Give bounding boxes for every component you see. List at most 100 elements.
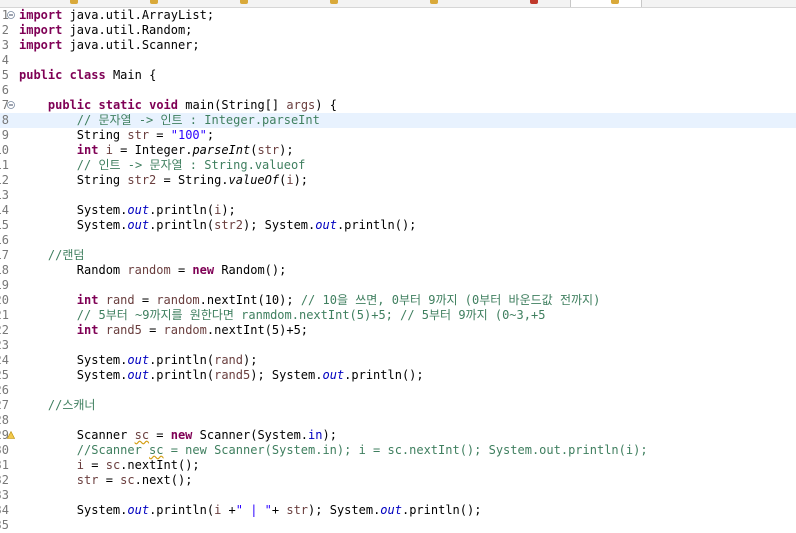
line-number: 10 <box>0 143 9 157</box>
code-text: import java.util.Scanner; <box>19 38 200 52</box>
line-number: 23 <box>0 338 9 352</box>
code-line[interactable]: 29 Scanner sc = new Scanner(System.in); <box>0 428 796 443</box>
line-number: 12 <box>0 173 9 187</box>
editor-tab-5[interactable] <box>380 0 460 7</box>
code-line[interactable]: 1 import java.util.ArrayList; <box>0 8 796 23</box>
code-text: System.out.println(rand); <box>19 353 258 367</box>
code-line[interactable]: 30 //Scanner sc = new Scanner(System.in)… <box>0 443 796 458</box>
code-text: System.out.println(i +" | "+ str); Syste… <box>19 503 482 517</box>
java-file-icon <box>330 0 338 4</box>
code-line[interactable]: 7 public static void main(String[] args)… <box>0 98 796 113</box>
line-number: 20 <box>0 293 9 307</box>
code-text: public class Main { <box>19 68 157 82</box>
code-line[interactable]: 34 System.out.println(i +" | "+ str); Sy… <box>0 503 796 518</box>
code-line[interactable]: 35 <box>0 518 796 533</box>
code-text: i = sc.nextInt(); <box>76 458 200 472</box>
code-text: String str2 = String.valueOf(i); <box>19 173 309 187</box>
line-number: 5 <box>1 68 9 82</box>
code-line[interactable]: 11 // 인트 -> 문자열 : String.valueof <box>0 158 796 173</box>
code-line[interactable]: 27 //스캐너 <box>0 398 796 413</box>
code-area[interactable]: 1 import java.util.ArrayList; 2 import java… <box>0 8 796 532</box>
code-line[interactable]: 8 // 문자열 -> 인트 : Integer.parseInt <box>0 113 796 128</box>
collapse-icon[interactable] <box>7 11 15 19</box>
line-number: 34 <box>0 503 9 517</box>
java-file-icon <box>240 0 248 4</box>
code-text: System.out.println(i); <box>19 203 236 217</box>
code-line[interactable]: 26 <box>0 383 796 398</box>
code-line[interactable]: 33 <box>0 488 796 503</box>
code-text: Scanner sc = new Scanner(System.in); <box>19 428 337 442</box>
line-number: 31 <box>0 458 9 472</box>
code-text: // 5부터 ~9까지를 원한다면 ranmdom.nextInt(5)+5; … <box>19 308 546 322</box>
code-line[interactable]: 23 <box>0 338 796 353</box>
code-line[interactable]: 25 System.out.println(rand5); System.out… <box>0 368 796 383</box>
code-line[interactable]: 16 <box>0 233 796 248</box>
java-file-icon <box>150 0 158 4</box>
code-line[interactable]: 5 public class Main { <box>0 68 796 83</box>
line-number: 21 <box>0 308 9 322</box>
code-line[interactable]: 17 //랜덤 <box>0 248 796 263</box>
code-line[interactable]: 12 String str2 = String.valueOf(i); <box>0 173 796 188</box>
line-number: 2 <box>1 23 9 37</box>
code-line[interactable]: 13 <box>0 188 796 203</box>
line-number: 8 <box>1 113 9 127</box>
line-number: 17 <box>0 248 9 262</box>
line-number: 18 <box>0 263 9 277</box>
code-text: import java.util.Random; <box>19 23 193 37</box>
code-line[interactable]: 22 int rand5 = random.nextInt(5)+5; <box>0 323 796 338</box>
code-line[interactable]: 14 System.out.println(i); <box>0 203 796 218</box>
code-line[interactable]: 18 Random random = new Random(); <box>0 263 796 278</box>
code-line[interactable]: 9 String str = "100"; <box>0 128 796 143</box>
line-number: 19 <box>0 278 9 292</box>
line-number: 11 <box>0 158 9 172</box>
collapse-icon[interactable] <box>7 101 15 109</box>
line-number: 13 <box>0 188 9 202</box>
code-text: int i = Integer.parseInt(str); <box>76 143 294 157</box>
line-number: 6 <box>1 83 9 97</box>
line-number: 9 <box>1 128 9 142</box>
line-number: 16 <box>0 233 9 247</box>
code-text: System.out.println(rand5); System.out.pr… <box>19 368 424 382</box>
line-number: 35 <box>0 518 9 532</box>
code-text: String str = "100"; <box>19 128 215 142</box>
editor-tab-4[interactable] <box>290 0 360 7</box>
code-text: //랜덤 <box>19 248 85 262</box>
line-number: 14 <box>0 203 9 217</box>
code-line[interactable]: 21 // 5부터 ~9까지를 원한다면 ranmdom.nextInt(5)+… <box>0 308 796 323</box>
code-text: Random random = new Random(); <box>19 263 287 277</box>
code-line[interactable]: 32 str = sc.next(); <box>0 473 796 488</box>
java-error-file-icon <box>530 0 538 4</box>
code-text: //스캐너 <box>19 398 96 412</box>
line-number: 4 <box>1 53 9 67</box>
code-line[interactable]: 15 System.out.println(str2); System.out.… <box>0 218 796 233</box>
java-file-icon <box>70 0 78 4</box>
editor-tab-7[interactable] <box>570 0 642 7</box>
code-line[interactable]: 10 int i = Integer.parseInt(str); <box>0 143 796 158</box>
code-line[interactable]: 2 import java.util.Random; <box>0 23 796 38</box>
java-file-icon <box>611 0 619 4</box>
warning-icon[interactable] <box>7 431 15 439</box>
code-line[interactable]: 24 System.out.println(rand); <box>0 353 796 368</box>
code-text: str = sc.next(); <box>76 473 193 487</box>
line-number: 33 <box>0 488 9 502</box>
code-editor[interactable]: 1 import java.util.ArrayList; 2 import java… <box>0 8 796 532</box>
line-number: 32 <box>0 473 9 487</box>
line-number: 3 <box>1 38 9 52</box>
code-line[interactable]: 20 int rand = random.nextInt(10); // 10을… <box>0 293 796 308</box>
code-line[interactable]: 3 import java.util.Scanner; <box>0 38 796 53</box>
editor-tab-6[interactable] <box>470 0 560 7</box>
code-line[interactable]: 31 i = sc.nextInt(); <box>0 458 796 473</box>
code-line[interactable]: 6 <box>0 83 796 98</box>
line-number: 24 <box>0 353 9 367</box>
line-number: 25 <box>0 368 9 382</box>
code-line[interactable]: 19 <box>0 278 796 293</box>
line-number: 28 <box>0 413 9 427</box>
line-number: 22 <box>0 323 9 337</box>
editor-tab-2[interactable] <box>110 0 180 7</box>
line-number: 26 <box>0 383 9 397</box>
editor-tab-3[interactable] <box>190 0 270 7</box>
code-line[interactable]: 4 <box>0 53 796 68</box>
editor-tab-1[interactable] <box>40 0 100 7</box>
code-line[interactable]: 28 <box>0 413 796 428</box>
editor-tab-strip <box>0 0 796 8</box>
